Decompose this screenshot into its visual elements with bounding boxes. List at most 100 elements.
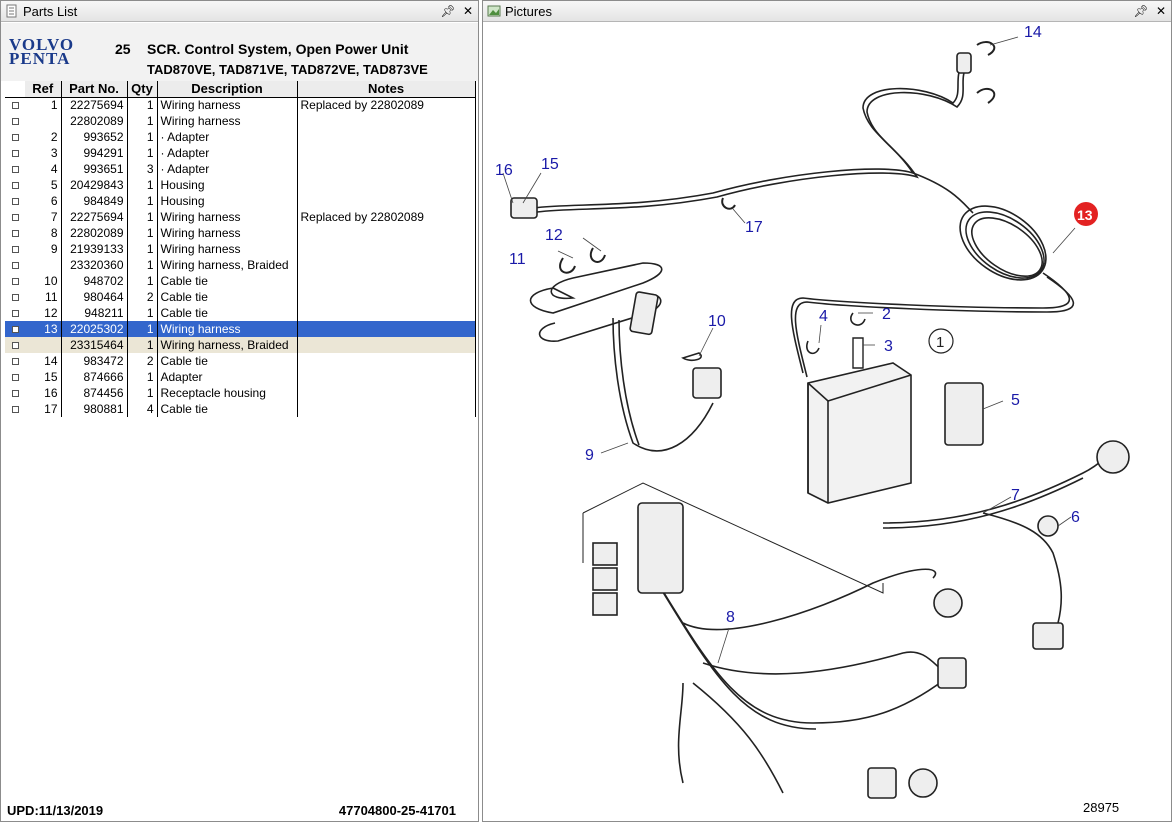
col-description[interactable]: Description xyxy=(157,81,298,98)
table-row[interactable]: 10 948702 1 Cable tie xyxy=(5,273,476,289)
checkbox-cell[interactable] xyxy=(5,321,25,337)
drawing-number: 28975 xyxy=(1083,800,1119,815)
table-row[interactable]: 3 994291 1 · Adapter xyxy=(5,145,476,161)
table-row[interactable]: 23315464 1 Wiring harness, Braided xyxy=(5,337,476,353)
callout-6[interactable]: 6 xyxy=(1071,509,1080,526)
callout-10[interactable]: 10 xyxy=(708,313,726,330)
checkbox-cell[interactable] xyxy=(5,209,25,225)
pin-icon[interactable]: 📌︎ xyxy=(438,4,458,18)
row-checkbox[interactable] xyxy=(11,277,19,285)
table-row[interactable]: 1 22275694 1 Wiring harness Replaced by 2280… xyxy=(5,97,476,113)
callout-7[interactable]: 7 xyxy=(1011,487,1020,504)
cell-description: Wiring harness xyxy=(157,321,298,337)
row-checkbox[interactable] xyxy=(11,102,19,110)
row-checkbox[interactable] xyxy=(11,261,19,269)
callout-9[interactable]: 9 xyxy=(585,447,594,464)
checkbox-cell[interactable] xyxy=(5,225,25,241)
checkbox-cell[interactable] xyxy=(5,257,25,273)
cell-description: Cable tie xyxy=(157,353,298,369)
table-row[interactable]: 13 22025302 1 Wiring harness xyxy=(5,321,476,337)
cell-qty: 1 xyxy=(127,257,158,273)
checkbox-cell[interactable] xyxy=(5,161,25,177)
close-icon[interactable]: ✕ xyxy=(458,4,478,18)
checkbox-cell[interactable] xyxy=(5,177,25,193)
row-checkbox[interactable] xyxy=(11,213,19,221)
row-checkbox[interactable] xyxy=(11,117,19,125)
cell-description: Cable tie xyxy=(157,305,298,321)
callout-12[interactable]: 12 xyxy=(545,227,563,244)
callout-4[interactable]: 4 xyxy=(819,308,828,325)
cell-part-no: 874456 xyxy=(61,385,128,401)
table-row[interactable]: 23320360 1 Wiring harness, Braided xyxy=(5,257,476,273)
callout-13-highlight[interactable]: 13 xyxy=(1074,202,1098,226)
close-icon[interactable]: ✕ xyxy=(1151,4,1171,18)
row-checkbox[interactable] xyxy=(11,373,19,381)
parts-table: Ref Part No. Qty Description Notes 1 2227… xyxy=(5,81,476,417)
col-notes[interactable]: Notes xyxy=(297,81,476,98)
table-row[interactable]: 9 21939133 1 Wiring harness xyxy=(5,241,476,257)
table-row[interactable]: 12 948211 1 Cable tie xyxy=(5,305,476,321)
checkbox-cell[interactable] xyxy=(5,97,25,113)
row-checkbox[interactable] xyxy=(11,389,19,397)
parts-list-pane: Parts List 📌︎ ✕ VOLVO PENTA 25 SCR. Cont… xyxy=(0,0,479,822)
cell-notes xyxy=(297,177,476,193)
table-row[interactable]: 17 980881 4 Cable tie xyxy=(5,401,476,417)
table-row[interactable]: 7 22275694 1 Wiring harness Replaced by 2280… xyxy=(5,209,476,225)
table-row[interactable]: 14 983472 2 Cable tie xyxy=(5,353,476,369)
row-checkbox[interactable] xyxy=(11,405,19,413)
row-checkbox[interactable] xyxy=(11,325,19,333)
table-row[interactable]: 15 874666 1 Adapter xyxy=(5,369,476,385)
row-checkbox[interactable] xyxy=(11,293,19,301)
pin-icon[interactable]: 📌︎ xyxy=(1131,4,1151,18)
cell-qty: 1 xyxy=(127,113,158,129)
callout-5[interactable]: 5 xyxy=(1011,392,1020,409)
exploded-parts-diagram[interactable]: 14 15 16 17 12 11 10 9 4 2 3 5 7 6 8 1 1… xyxy=(483,23,1171,821)
checkbox-cell[interactable] xyxy=(5,385,25,401)
callout-8[interactable]: 8 xyxy=(726,609,735,626)
checkbox-cell[interactable] xyxy=(5,273,25,289)
callout-16[interactable]: 16 xyxy=(495,162,513,179)
callout-11[interactable]: 11 xyxy=(509,251,526,268)
col-ref[interactable]: Ref xyxy=(25,81,62,98)
cell-part-no: 984849 xyxy=(61,193,128,209)
callout-15[interactable]: 15 xyxy=(541,156,559,173)
row-checkbox[interactable] xyxy=(11,181,19,189)
table-row[interactable]: 6 984849 1 Housing xyxy=(5,193,476,209)
checkbox-cell[interactable] xyxy=(5,129,25,145)
col-part-no[interactable]: Part No. xyxy=(61,81,128,98)
checkbox-cell[interactable] xyxy=(5,305,25,321)
row-checkbox[interactable] xyxy=(11,357,19,365)
row-checkbox[interactable] xyxy=(11,309,19,317)
row-checkbox[interactable] xyxy=(11,341,19,349)
checkbox-cell[interactable] xyxy=(5,289,25,305)
callout-17[interactable]: 17 xyxy=(745,219,763,236)
cell-part-no: 22802089 xyxy=(61,225,128,241)
checkbox-cell[interactable] xyxy=(5,401,25,417)
table-row[interactable]: 4 993651 3 · Adapter xyxy=(5,161,476,177)
checkbox-cell[interactable] xyxy=(5,353,25,369)
row-checkbox[interactable] xyxy=(11,197,19,205)
checkbox-cell[interactable] xyxy=(5,369,25,385)
col-qty[interactable]: Qty xyxy=(127,81,158,98)
checkbox-cell[interactable] xyxy=(5,145,25,161)
callout-2[interactable]: 2 xyxy=(882,306,891,323)
table-row[interactable]: 2 993652 1 · Adapter xyxy=(5,129,476,145)
table-row[interactable]: 5 20429843 1 Housing xyxy=(5,177,476,193)
checkbox-cell[interactable] xyxy=(5,113,25,129)
callout-14[interactable]: 14 xyxy=(1024,24,1042,41)
checkbox-cell[interactable] xyxy=(5,241,25,257)
row-checkbox[interactable] xyxy=(11,165,19,173)
checkbox-cell[interactable] xyxy=(5,337,25,353)
row-checkbox[interactable] xyxy=(11,229,19,237)
row-checkbox[interactable] xyxy=(11,133,19,141)
row-checkbox[interactable] xyxy=(11,245,19,253)
cell-qty: 1 xyxy=(127,385,158,401)
row-checkbox[interactable] xyxy=(11,149,19,157)
table-row[interactable]: 22802089 1 Wiring harness xyxy=(5,113,476,129)
table-row[interactable]: 11 980464 2 Cable tie xyxy=(5,289,476,305)
table-row[interactable]: 16 874456 1 Receptacle housing xyxy=(5,385,476,401)
callout-3[interactable]: 3 xyxy=(884,338,893,355)
table-row[interactable]: 8 22802089 1 Wiring harness xyxy=(5,225,476,241)
checkbox-cell[interactable] xyxy=(5,193,25,209)
cell-part-no: 23315464 xyxy=(61,337,128,353)
